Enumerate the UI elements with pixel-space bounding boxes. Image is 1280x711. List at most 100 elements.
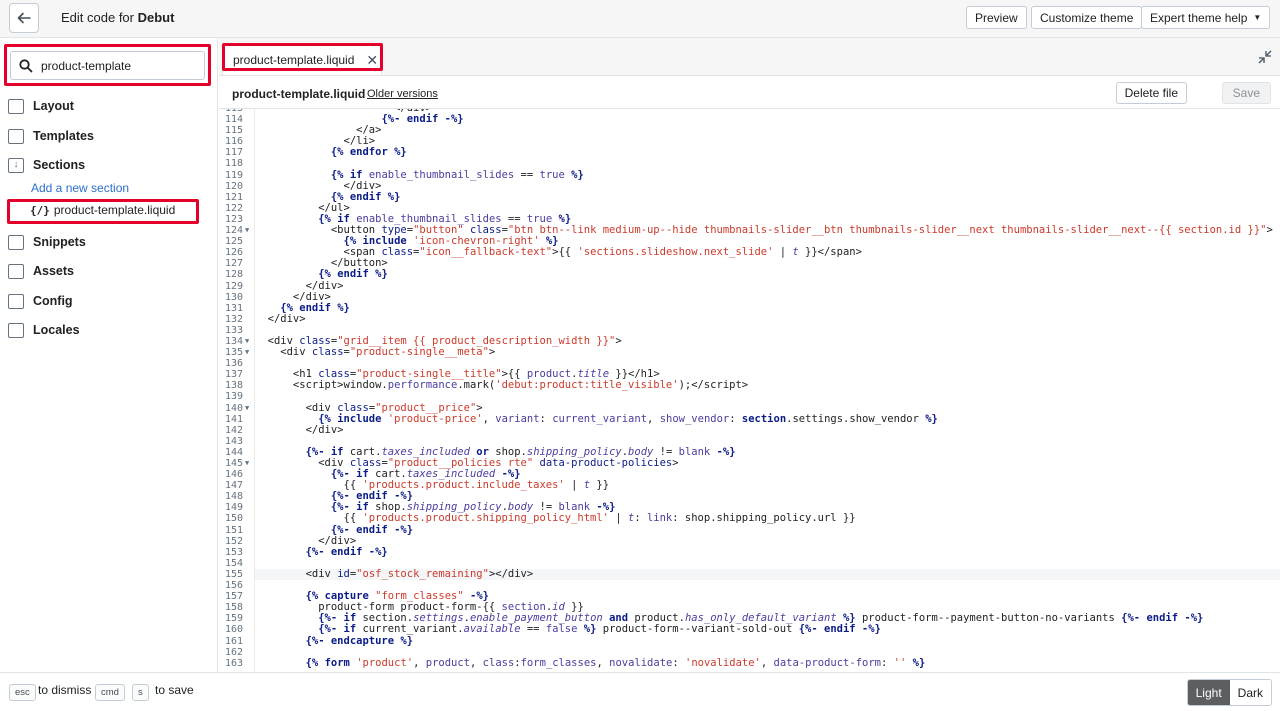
file-product-template[interactable]: {/} product-template.liquid [30, 203, 175, 217]
code-line[interactable]: 128 {% endif %} [219, 269, 1280, 281]
code-text: <script>window.performance.mark('debut:p… [255, 379, 749, 392]
page-title: Edit code for Debut [61, 10, 175, 25]
line-number: 142 [224, 424, 243, 436]
back-button[interactable] [9, 3, 39, 33]
folder-sections[interactable]: ↓ Sections [8, 154, 85, 176]
code-line[interactable]: 129 </div> [219, 279, 1280, 292]
code-text: {% form 'product', product, class:form_c… [305, 656, 926, 669]
line-number: 129 [224, 280, 243, 292]
code-line[interactable]: 141 {% include 'product-price', variant:… [219, 412, 1280, 425]
code-line[interactable]: 135 ▼ <div class="product-single__meta"> [219, 346, 1280, 359]
save-button[interactable]: Save [1221, 82, 1271, 104]
code-line[interactable]: 153 {%- endif -%} [219, 545, 1280, 558]
footer: esc to dismiss cmd s to save Light Dark [0, 672, 1280, 711]
file-toolbar: product-template.liquid Older versions D… [219, 76, 1280, 109]
fold-arrow-icon[interactable]: ▼ [245, 225, 249, 236]
caret-down-icon: ▼ [1253, 13, 1262, 22]
line-number: 148 [224, 491, 243, 503]
code-line[interactable]: 163 {% form 'product', product, class:fo… [219, 656, 1280, 669]
code-lines: 113 </div>114 {%- endif -%}115 </a>116 <… [219, 109, 1280, 669]
file-sidebar: Layout Templates ↓ Sections Add a new se… [0, 38, 218, 672]
code-line[interactable]: 117 {% endfor %} [219, 146, 1280, 159]
folder-assets[interactable]: Assets [8, 260, 74, 282]
code-line[interactable]: 115 </a> [219, 125, 1280, 137]
line-number: 156 [224, 580, 243, 592]
line-number: 122 [224, 202, 243, 214]
code-line[interactable]: 131 {% endif %} [219, 302, 1280, 314]
expert-theme-help-button[interactable]: Expert theme help ▼ [1141, 6, 1271, 29]
line-number: 146 [224, 469, 243, 481]
code-line[interactable]: 155 <div id="osf_stock_remaining"></div> [219, 567, 1280, 581]
line-number: 134 [224, 335, 243, 347]
line-number: 157 [224, 591, 243, 603]
tab-product-template[interactable]: product-template.liquid ✕ [222, 44, 382, 75]
theme-toggle: Light Dark [1186, 679, 1272, 706]
line-number: 147 [224, 480, 243, 492]
add-new-section-link[interactable]: Add a new section [31, 181, 129, 195]
close-icon[interactable]: ✕ [366, 52, 378, 69]
line-number: 116 [224, 136, 243, 148]
line-number: 117 [224, 147, 243, 159]
s-key: s [132, 684, 149, 701]
code-line[interactable]: 142 </div> [219, 423, 1280, 436]
fold-arrow-icon[interactable]: ▼ [245, 336, 249, 347]
line-number: 159 [224, 613, 243, 625]
search-icon [19, 58, 33, 72]
code-line[interactable]: 161 {%- endcapture %} [219, 635, 1280, 647]
line-number: 114 [224, 114, 243, 126]
line-number: 128 [224, 269, 243, 281]
preview-button[interactable]: Preview [966, 6, 1027, 29]
fold-arrow-icon[interactable]: ▼ [245, 403, 249, 414]
code-line[interactable]: 138 <script>window.performance.mark('deb… [219, 379, 1280, 392]
folder-snippets[interactable]: Snippets [8, 231, 86, 253]
code-text: </div> [255, 312, 306, 325]
code-editor[interactable]: 113 </div>114 {%- endif -%}115 </a>116 <… [219, 109, 1280, 672]
collapse-icon[interactable] [1258, 50, 1272, 64]
line-number: 152 [224, 535, 243, 547]
code-line[interactable]: 130 </div> [219, 291, 1280, 303]
older-versions-link[interactable]: Older versions [367, 88, 438, 100]
search-input[interactable] [41, 58, 191, 73]
code-line[interactable]: 121 {% endif %} [219, 191, 1280, 203]
code-line[interactable]: 151 {%- endif -%} [219, 524, 1280, 536]
line-number: 118 [224, 158, 243, 170]
folder-icon [8, 263, 24, 279]
dark-theme-button[interactable]: Dark [1229, 680, 1271, 705]
code-text: <div id="osf_stock_remaining"></div> [255, 567, 534, 580]
line-number: 132 [224, 313, 243, 325]
line-number: 160 [224, 624, 243, 636]
folder-layout[interactable]: Layout [8, 95, 74, 117]
top-bar: Edit code for Debut Preview Customize th… [0, 0, 1280, 38]
code-text: <div class="product-single__meta"> [255, 346, 496, 359]
line-number: 136 [224, 358, 243, 370]
code-text: {%- endif -%} [305, 545, 388, 558]
cmd-key: cmd [95, 684, 125, 701]
folder-locales[interactable]: Locales [8, 319, 80, 341]
code-text: </div> [255, 423, 344, 436]
line-number: 149 [224, 502, 243, 514]
folder-config[interactable]: Config [8, 290, 73, 312]
code-line[interactable]: 132 </div> [219, 312, 1280, 325]
folder-templates[interactable]: Templates [8, 125, 94, 147]
code-file-icon: {/} [30, 203, 50, 217]
line-number: 126 [224, 247, 243, 259]
folder-icon [8, 293, 24, 309]
delete-file-button[interactable]: Delete file [1115, 82, 1187, 104]
line-number: 125 [224, 236, 243, 248]
light-theme-button[interactable]: Light [1187, 680, 1230, 705]
code-text: {% include 'product-price', variant: cur… [318, 412, 938, 425]
line-number: 163 [224, 657, 243, 669]
arrow-left-icon [17, 12, 31, 24]
code-text: </div> [255, 279, 344, 292]
fold-arrow-icon[interactable]: ▼ [245, 347, 249, 358]
editor-tab-bar: product-template.liquid ✕ [219, 38, 1280, 76]
customize-theme-button[interactable]: Customize theme [1031, 6, 1143, 29]
line-number: 158 [224, 602, 243, 614]
line-number: 141 [224, 413, 243, 425]
line-number: 162 [224, 646, 243, 658]
fold-arrow-icon[interactable]: ▼ [245, 458, 249, 469]
code-text: {% endfor %} [330, 146, 407, 159]
esc-key: esc [9, 684, 36, 701]
code-line[interactable]: 119 {% if enable_thumbnail_slides == tru… [219, 168, 1280, 181]
code-text: {% if enable_thumbnail_slides == true %} [330, 168, 584, 181]
